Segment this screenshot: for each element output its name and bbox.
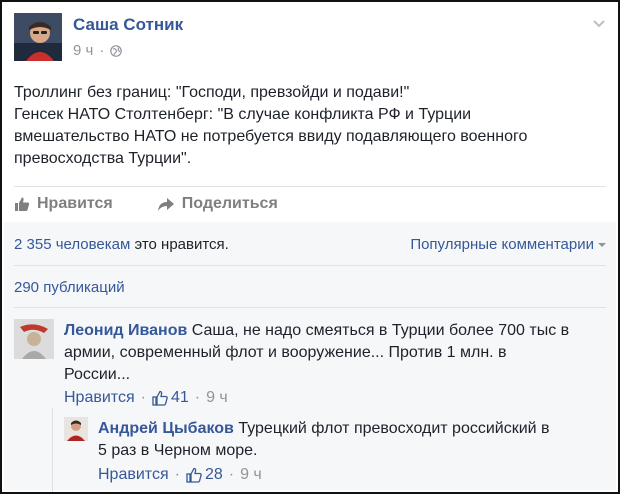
commenter-avatar[interactable] — [14, 319, 54, 359]
separator-dot: · — [228, 466, 235, 483]
reply-like-button[interactable]: Нравится — [98, 466, 169, 484]
post-text-line: Троллинг без границ: "Господи, превзойди… — [14, 84, 410, 101]
like-button[interactable]: Нравится — [14, 195, 113, 213]
separator-dot: · — [140, 389, 146, 406]
post-time-text[interactable]: 9 ч — [73, 42, 93, 59]
like-count-value: 41 — [170, 389, 189, 406]
replier-name[interactable]: Андрей Цыбаков — [98, 420, 234, 437]
like-label: Нравится — [37, 195, 113, 212]
comment-text: Турецкий флот превосходит российский в — [233, 420, 550, 437]
divider — [14, 307, 606, 308]
author-name[interactable]: Саша Сотник — [73, 15, 183, 35]
comment-sort-dropdown[interactable]: Популярные комментарии — [410, 236, 606, 253]
separator-dot: · — [99, 42, 105, 59]
comment-time[interactable]: 9 ч — [206, 389, 228, 407]
replier-avatar[interactable] — [64, 417, 88, 441]
comment-sort-label: Популярные комментарии — [410, 236, 594, 253]
comment-text: Саша, не надо смеяться в Турции более 70… — [187, 322, 570, 339]
thumbs-up-icon — [152, 390, 168, 406]
share-arrow-icon — [157, 198, 174, 211]
share-label: Поделиться — [181, 195, 278, 212]
share-button[interactable]: Поделиться — [157, 195, 278, 213]
comment-time[interactable]: 9 ч — [240, 466, 262, 484]
caret-down-icon — [598, 242, 606, 247]
separator-dot: · — [194, 389, 201, 406]
reply-meta: Нравится · 28 · 9 ч — [98, 466, 262, 484]
author-avatar[interactable] — [14, 13, 62, 61]
like-count-value: 28 — [204, 466, 223, 483]
thumbs-up-icon — [186, 467, 202, 483]
likes-count-link[interactable]: 2 355 человекам — [14, 236, 130, 253]
shares-count-link[interactable]: 290 публикаций — [14, 279, 125, 296]
comment-like-button[interactable]: Нравится — [64, 389, 135, 407]
comment-meta: Нравится · 41 · 9 ч — [64, 389, 228, 407]
globe-icon[interactable] — [110, 44, 123, 57]
comment-like-count[interactable]: 41 — [152, 389, 189, 407]
likes-summary: 2 355 человекам это нравится. — [14, 236, 229, 253]
post-timestamp: 9 ч · — [73, 42, 123, 59]
chevron-down-icon[interactable] — [592, 16, 606, 30]
comment: Леонид Иванов Саша, не надо смеяться в Т… — [64, 320, 604, 386]
reply-thread-line — [52, 408, 53, 492]
thumbs-up-icon — [15, 197, 30, 211]
likes-suffix: это нравится. — [130, 236, 229, 253]
comment-text: армии, современный флот и вооружение... … — [64, 344, 507, 361]
reply-like-count[interactable]: 28 — [186, 466, 223, 484]
commenter-name[interactable]: Леонид Иванов — [64, 322, 187, 339]
comment-text: 5 раз в Черном море. — [98, 442, 258, 459]
comment-text: России... — [64, 366, 131, 383]
divider — [14, 186, 606, 187]
reply-comment: Андрей Цыбаков Турецкий флот превосходит… — [98, 418, 598, 462]
facebook-post: Саша Сотник 9 ч · Троллинг без границ: "… — [0, 0, 620, 494]
post-body: Троллинг без границ: "Господи, превзойди… — [14, 82, 604, 170]
separator-dot: · — [174, 466, 180, 483]
divider — [14, 265, 606, 266]
post-text-line: превосходства Турции". — [14, 150, 192, 167]
post-text-line: вмешательство НАТО не потребуется ввиду … — [14, 128, 528, 145]
post-text-line: Генсек НАТО Столтенберг: "В случае конфл… — [14, 106, 472, 123]
post-actions: Нравится Поделиться — [14, 195, 278, 213]
